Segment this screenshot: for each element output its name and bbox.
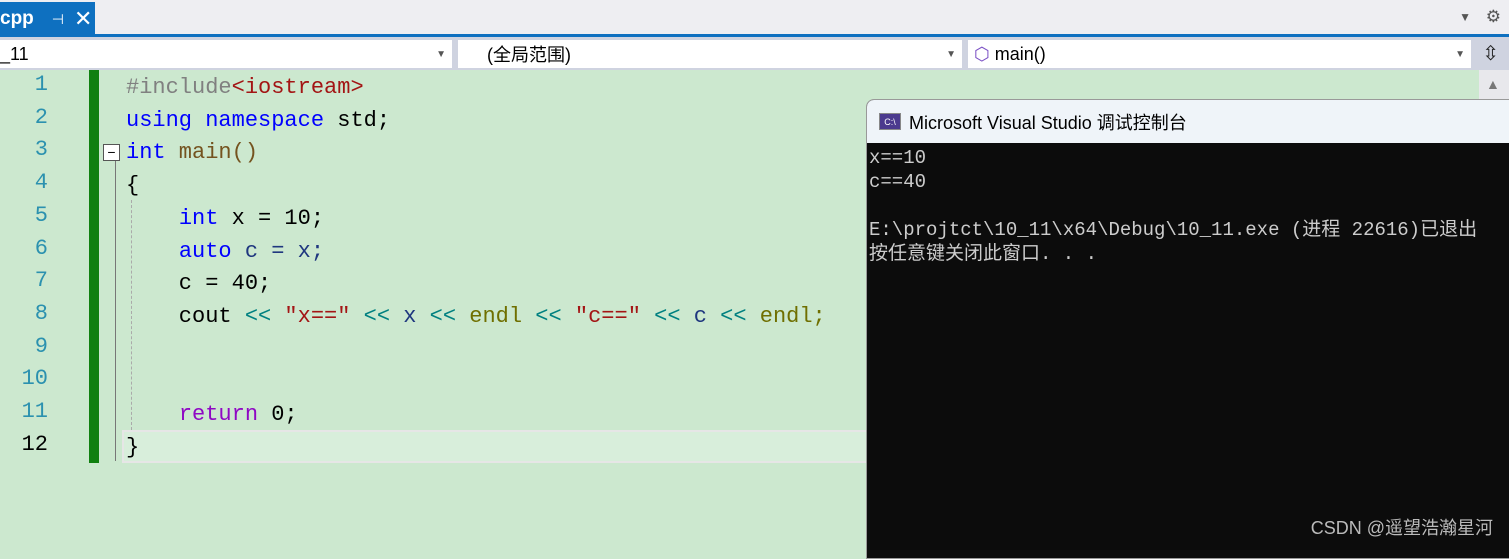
tab-file[interactable]: cpp ⊣ ✕ [0,2,95,36]
code-token: namespace [205,107,325,133]
member-label: main() [994,43,1046,64]
code-token: c = x; [231,238,325,264]
gear-icon[interactable]: ⚙ [1486,7,1501,27]
code-token: c = 40; [126,271,272,297]
line-number: 11 [21,399,48,424]
code-token: int [126,140,166,166]
fold-line [115,161,116,461]
watermark: CSDN @遥望浩瀚星河 [1310,518,1493,538]
code-token: << [244,303,272,329]
code-line: c = 40; [126,268,271,300]
code-token: int [178,205,219,231]
current-line-highlight [122,430,882,463]
code-line: int x = 10; [126,203,324,235]
pin-icon[interactable]: ⊣ [52,11,64,28]
code-line: } [126,432,139,464]
code-token: <iostream> [231,75,364,100]
console-title: Microsoft Visual Studio 调试控制台 [909,112,1187,133]
member-combo[interactable]: ⬡ main() ▼ [968,40,1471,68]
debug-console-window[interactable]: C:\ Microsoft Visual Studio 调试控制台 x==10 … [866,99,1509,559]
code-token: { [126,173,140,199]
code-token: "c==" [561,303,655,329]
code-token: << [654,303,681,329]
code-token: #include [126,75,232,100]
chevron-down-icon: ▼ [946,48,956,60]
code-line: using namespace std; [126,105,390,137]
code-token: c [680,303,721,329]
code-token: endl [456,303,536,329]
code-token: cout [126,303,245,329]
chevron-down-icon: ▼ [436,48,446,60]
code-token: std; [324,107,391,133]
console-icon: C:\ [879,113,901,130]
code-line: cout << "x==" << x << endl << "c==" << c… [126,301,826,333]
code-line: return 0; [126,399,298,431]
line-number: 7 [34,268,48,294]
code-token: << [535,303,562,329]
line-number: 4 [34,170,48,196]
project-combo[interactable]: _11 ▼ [0,40,452,68]
line-number: 2 [34,104,48,130]
navigation-bar: _11 ▼ (全局范围) ▼ ⬡ main() ▼ ⇳ [0,37,1509,70]
code-token: "x==" [271,303,364,329]
line-number: 12 [21,431,48,457]
tab-bar: cpp ⊣ ✕ ▼ ⚙ [0,0,1509,36]
scope-label: (全局范围) [487,45,571,65]
split-icon[interactable]: ⇳ [1482,41,1499,66]
scroll-up-icon[interactable]: ▲ [1486,76,1500,92]
code-line: #include<iostream> [126,72,364,104]
console-output: x==10 c==40 E:\projtct\10_11\x64\Debug\1… [869,147,1478,265]
code-token: } [126,434,140,460]
code-token: << [429,303,457,329]
change-bar [89,70,99,463]
code-token: << [720,303,747,329]
code-token: 0; [258,402,298,427]
code-token: return [178,402,259,427]
code-token: x = 10; [218,205,325,231]
code-token: main() [165,140,259,166]
code-token: << [363,303,391,329]
code-line: auto c = x; [126,236,324,268]
code-token: endl; [746,303,826,329]
line-number: 1 [34,72,48,97]
project-label: _11 [0,43,29,64]
code-line: { [126,170,139,202]
tab-dropdown-icon[interactable]: ▼ [1459,10,1471,24]
code-token: using [126,107,193,133]
line-number: 9 [34,333,48,359]
line-number: 8 [34,300,48,326]
line-number: 10 [21,366,48,392]
code-token: auto [178,238,232,264]
tab-label: cpp [0,8,34,29]
line-number: 6 [34,235,48,261]
console-title-bar[interactable]: C:\ Microsoft Visual Studio 调试控制台 [867,100,1509,143]
line-number-gutter: 1 2 3 4 5 6 7 8 9 10 11 12 [0,70,90,546]
scope-combo[interactable]: (全局范围) ▼ [458,40,962,68]
code-line: int main() [126,137,258,169]
chevron-down-icon: ▼ [1455,48,1465,60]
line-number: 3 [34,137,48,163]
collapse-icon[interactable]: − [103,144,120,161]
close-icon[interactable]: ✕ [74,6,92,32]
cube-icon: ⬡ [974,43,990,64]
line-number: 5 [34,202,48,228]
code-token: x [390,303,430,329]
